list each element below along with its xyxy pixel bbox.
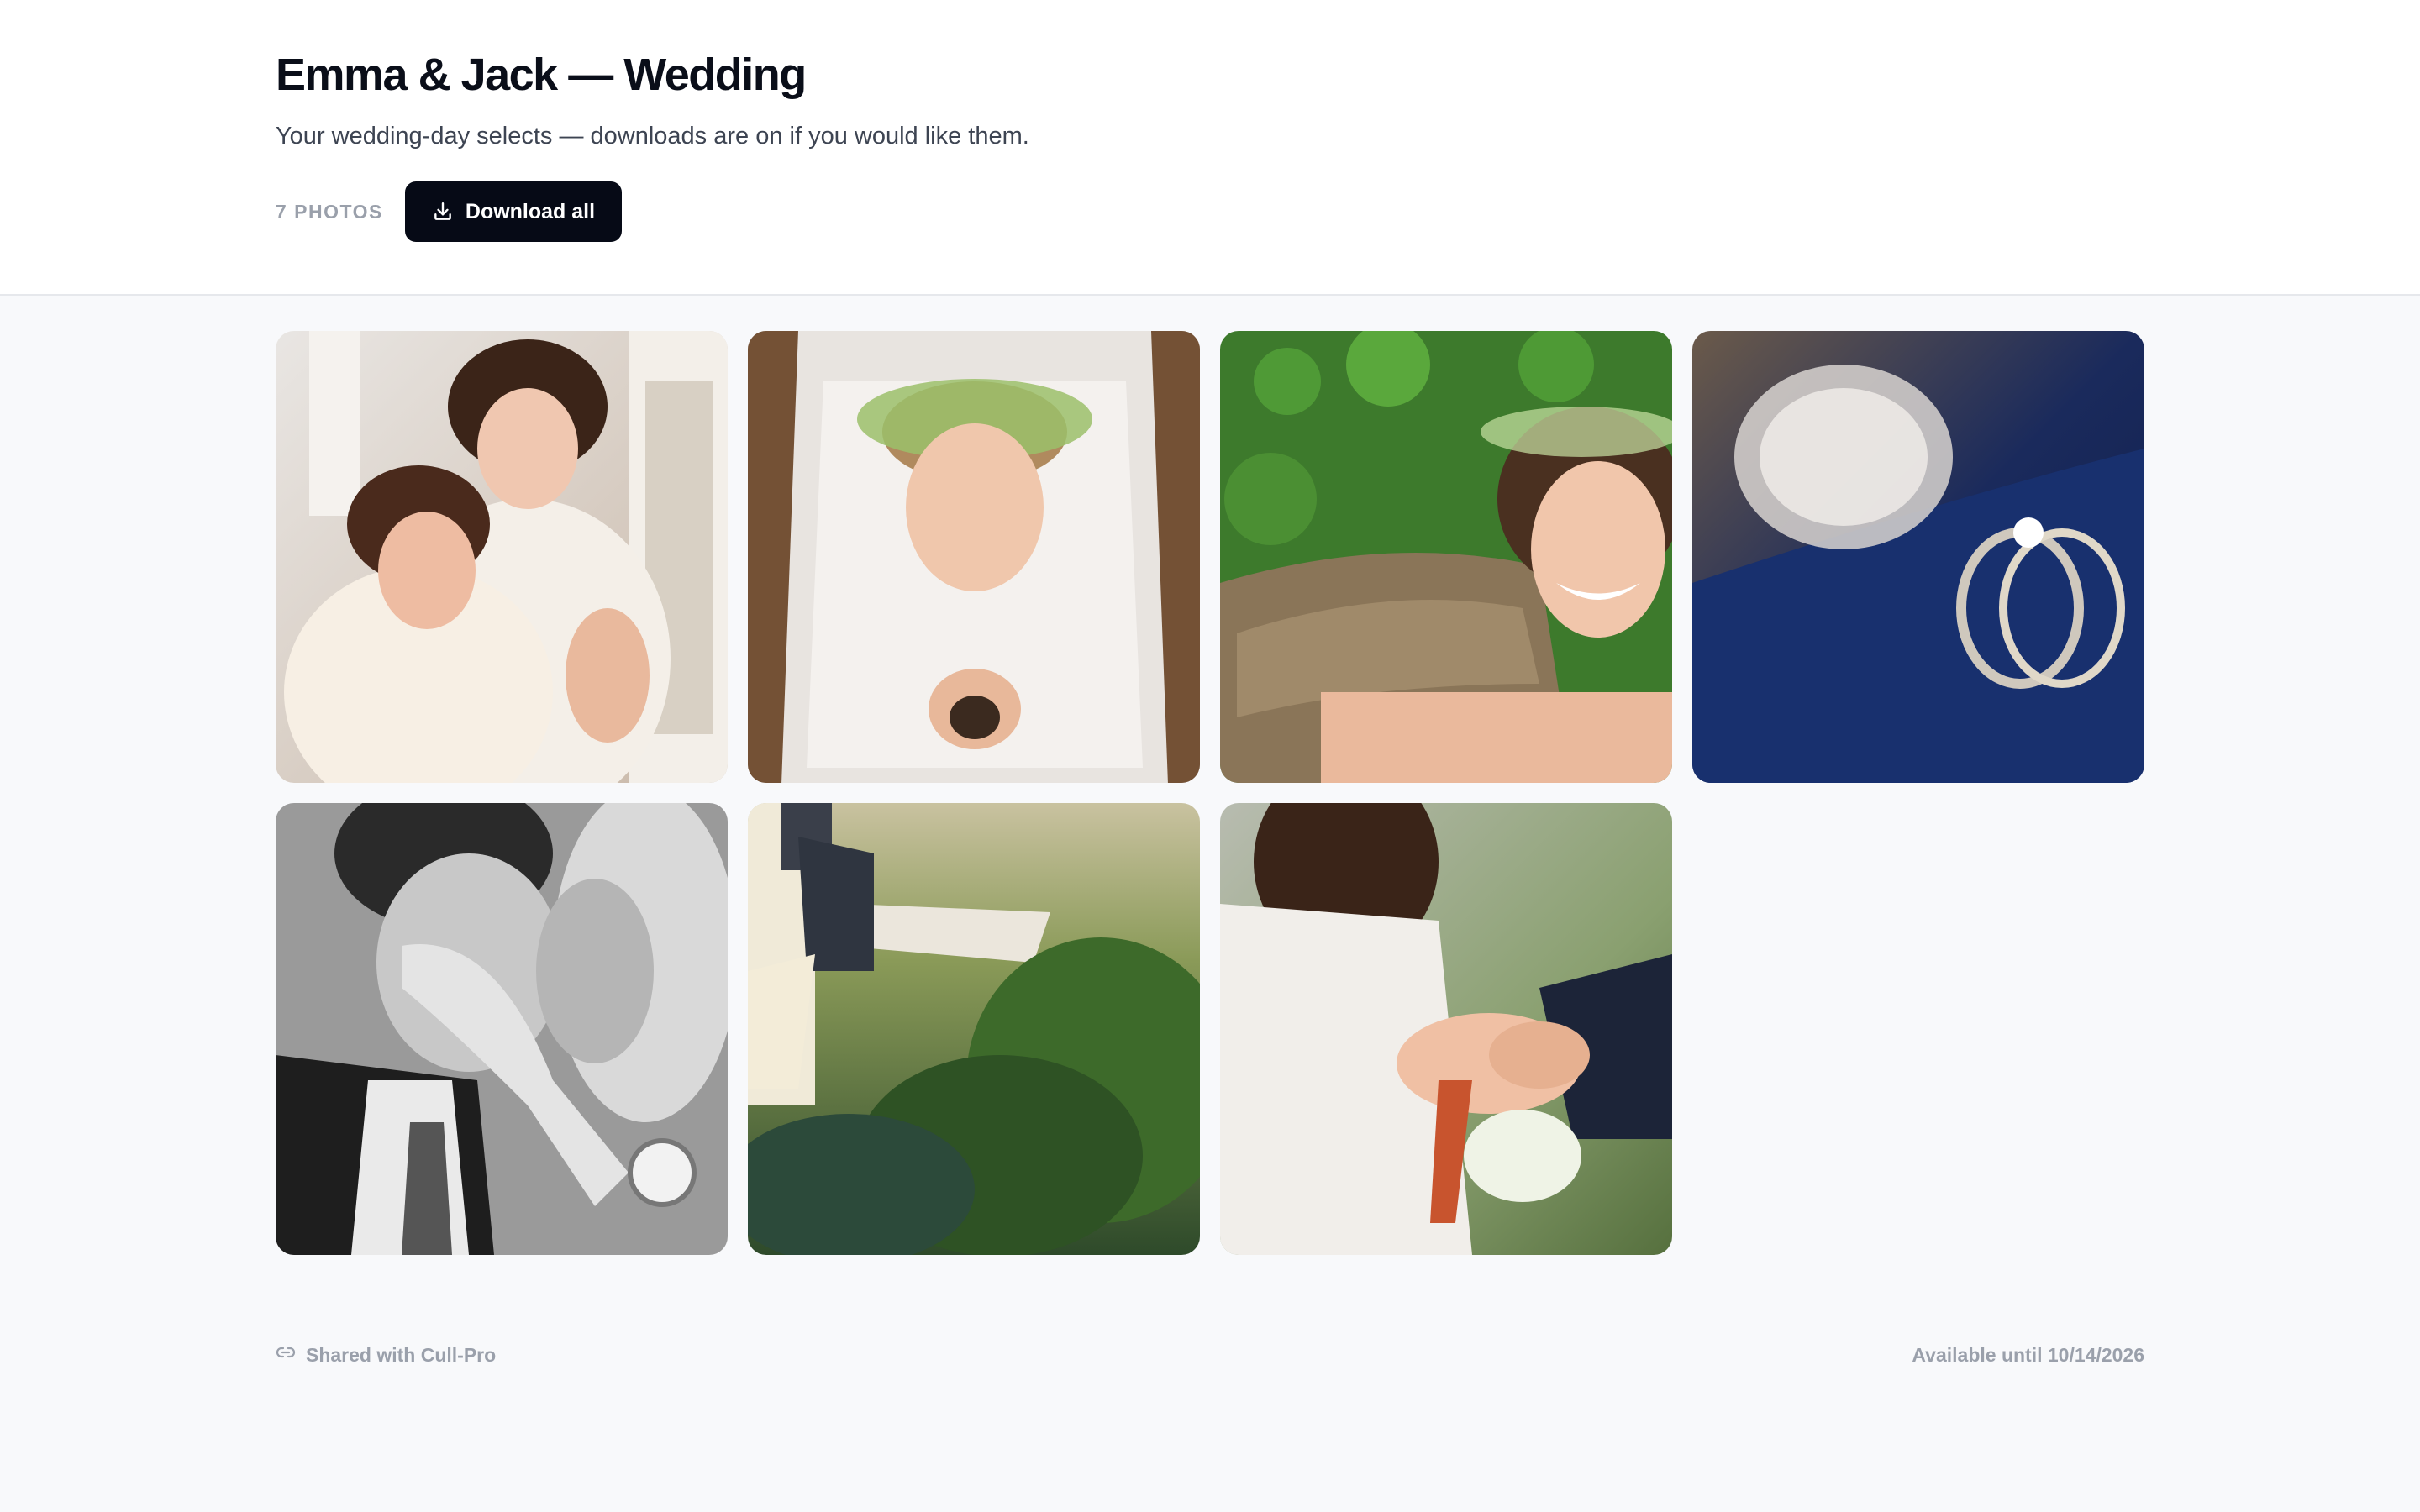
photo-count: 7 PHOTOS: [276, 200, 383, 223]
photo-grid: [276, 331, 2144, 1255]
photo-tile[interactable]: [1220, 803, 1672, 1255]
download-icon: [432, 201, 454, 223]
download-all-button[interactable]: Download all: [404, 181, 623, 242]
shared-with-text: Shared with Cull-Pro: [306, 1343, 497, 1366]
availability-text: Available until 10/14/2026: [1912, 1343, 2144, 1366]
page-subtitle: Your wedding-day selects — downloads are…: [276, 123, 1029, 150]
photo-tile[interactable]: [748, 803, 1200, 1255]
photo-ring-exchange: [1220, 803, 1672, 1255]
shared-with: Shared with Cull-Pro: [276, 1342, 496, 1368]
photo-couple-kissing: [276, 803, 728, 1255]
gallery-footer: Shared with Cull-Pro Available until 10/…: [276, 1342, 2144, 1368]
photo-tile[interactable]: [1220, 331, 1672, 783]
photo-couple-on-dock: [748, 803, 1200, 1255]
photo-bride-in-clover: [1220, 331, 1672, 783]
photo-tile[interactable]: [276, 331, 728, 783]
download-all-label: Download all: [465, 199, 596, 223]
photo-tile[interactable]: [1692, 331, 2144, 783]
photo-bride-from-above: [748, 331, 1200, 783]
photo-wedding-rings: [1692, 331, 2144, 783]
photo-tile[interactable]: [276, 803, 728, 1255]
gallery-header: Emma & Jack — Wedding Your wedding-day s…: [0, 0, 2420, 296]
link-icon: [276, 1342, 296, 1368]
photo-bride-hug: [276, 331, 728, 783]
page-title: Emma & Jack — Wedding: [276, 50, 807, 100]
header-actions: 7 PHOTOS Download all: [276, 181, 623, 242]
photo-tile[interactable]: [748, 331, 1200, 783]
